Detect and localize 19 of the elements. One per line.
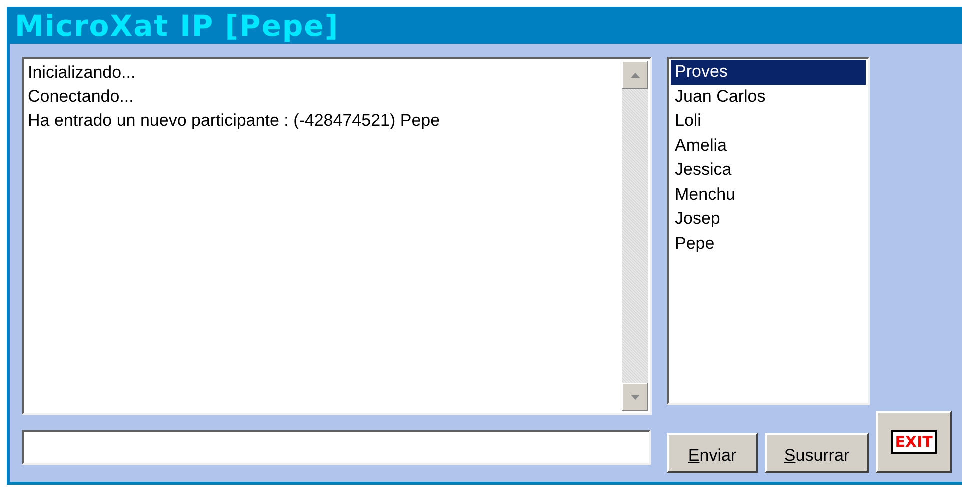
log-line: Inicializando... [28, 62, 136, 84]
participant-item[interactable]: Menchu [671, 182, 866, 207]
exit-button[interactable]: EXIT [876, 411, 952, 473]
participant-item[interactable]: Proves [671, 60, 866, 84]
window-title: MicroXat IP [Pepe] [15, 8, 340, 42]
scroll-up-icon[interactable] [622, 61, 648, 89]
participant-item[interactable]: Juan Carlos [671, 84, 866, 109]
message-field[interactable] [22, 430, 651, 465]
participant-item[interactable]: Pepe [671, 232, 866, 256]
participant-item[interactable]: Jessica [671, 158, 866, 182]
participant-item[interactable]: Josep [671, 207, 866, 232]
scroll-down-icon[interactable] [622, 383, 648, 411]
log-line: Conectando... [28, 86, 134, 108]
participant-item[interactable]: Amelia [671, 134, 866, 158]
participant-item[interactable]: Loli [671, 109, 866, 134]
whisper-button[interactable]: Susurrar [765, 433, 869, 473]
scrollbar[interactable] [620, 59, 650, 413]
log-line: Ha entrado un nuevo participante : (-428474521) Pepe [28, 110, 440, 132]
send-button[interactable]: Enviar [667, 433, 758, 473]
